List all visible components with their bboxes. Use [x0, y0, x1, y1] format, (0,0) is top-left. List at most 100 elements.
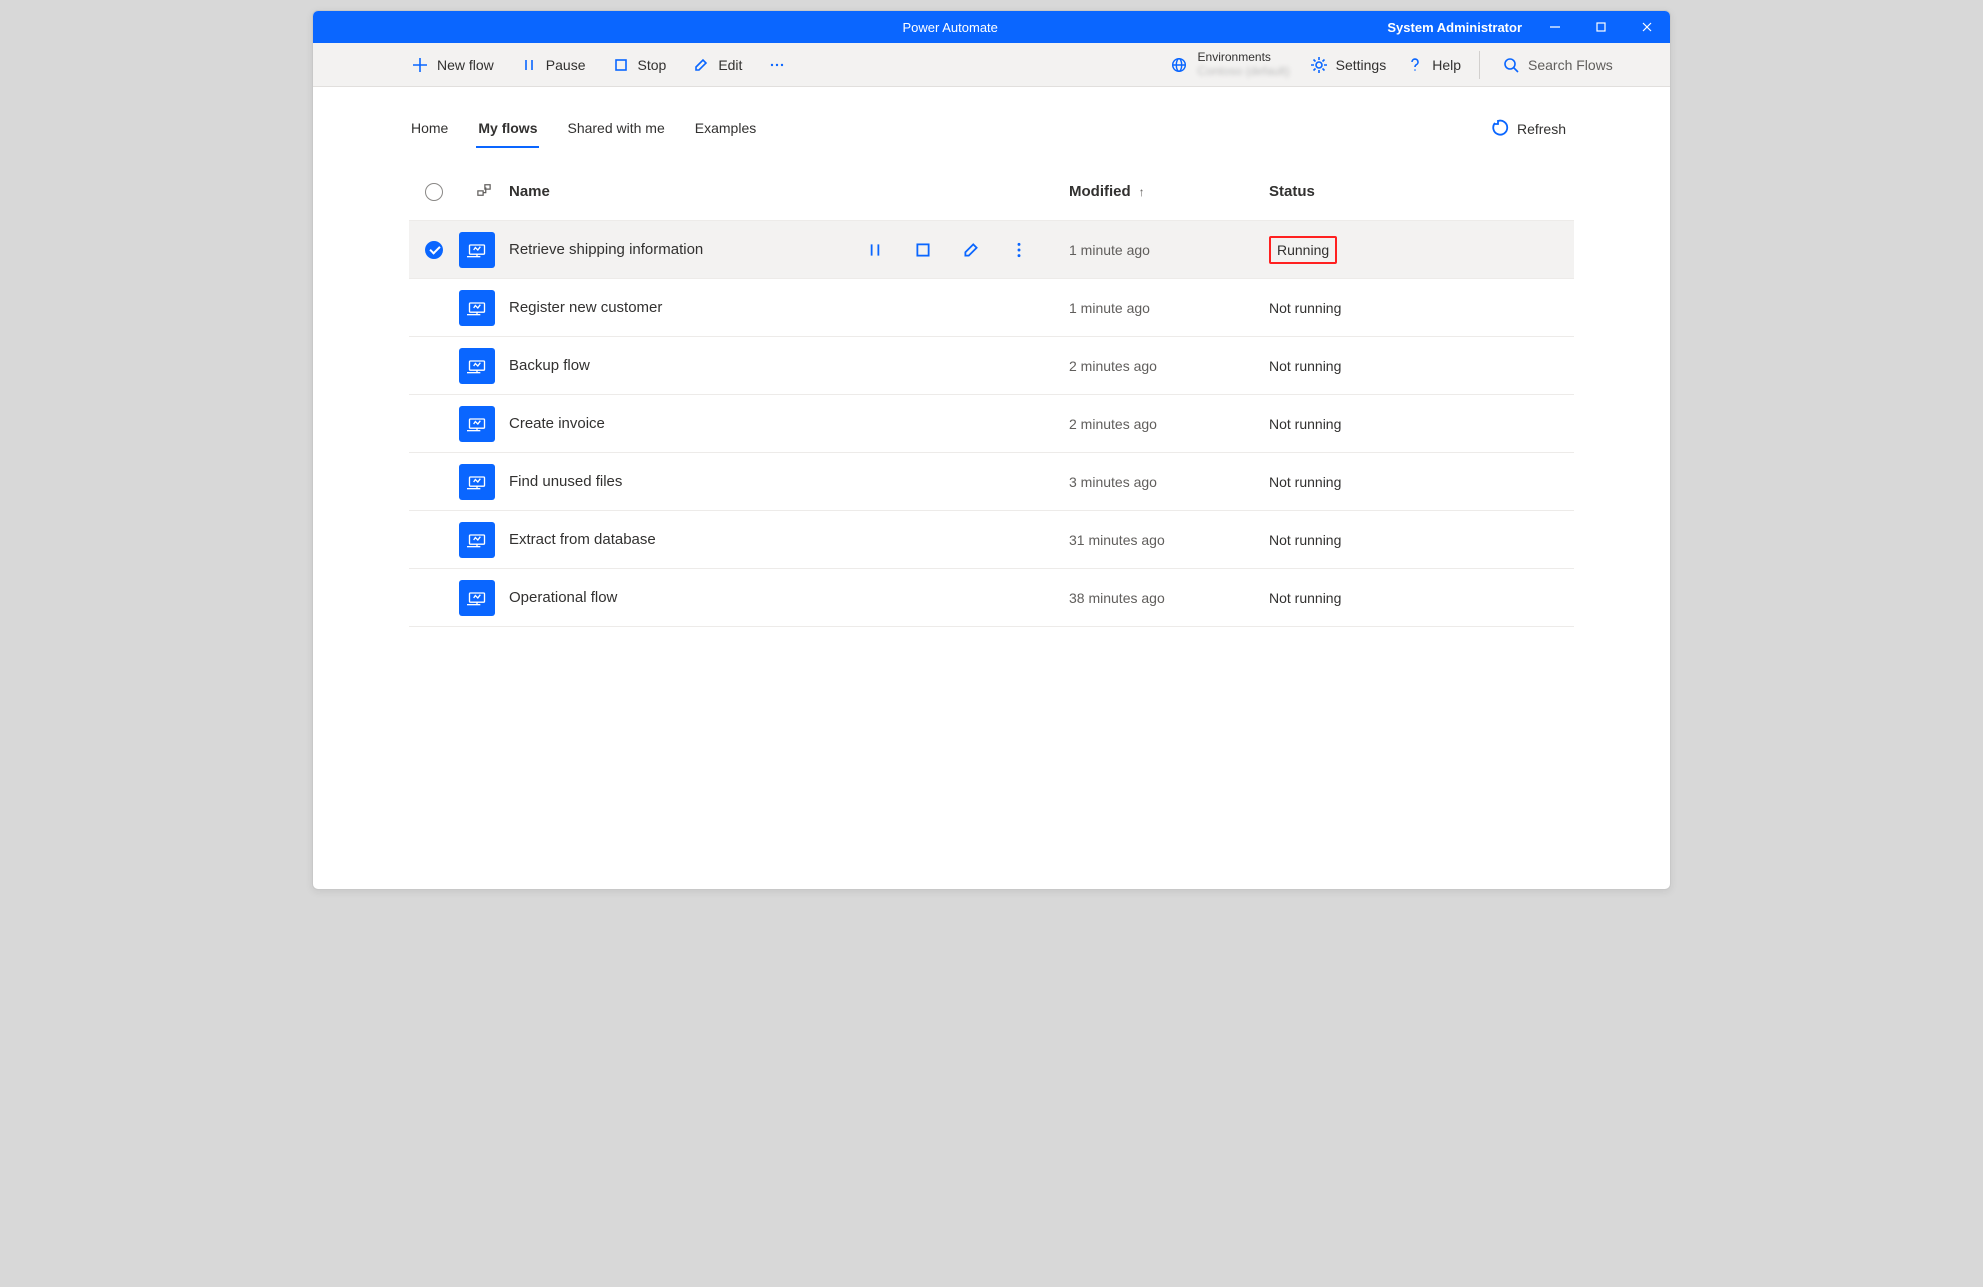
help-button[interactable]: Help: [1396, 50, 1471, 80]
search-box[interactable]: [1488, 56, 1662, 74]
table-row[interactable]: Extract from database 31 minutes ago Not r…: [409, 511, 1574, 569]
flow-name[interactable]: Operational flow: [509, 589, 617, 606]
row-select[interactable]: [409, 241, 459, 259]
flow-name[interactable]: Create invoice: [509, 415, 605, 432]
status-column-header[interactable]: Status: [1269, 183, 1529, 200]
refresh-icon: [1491, 119, 1509, 140]
flows-grid: Name Modified ↑ Status Retrieve shipping…: [409, 163, 1574, 627]
table-row[interactable]: Register new customer 1 minute ago Not run…: [409, 279, 1574, 337]
stop-button[interactable]: Stop: [602, 50, 677, 80]
table-row[interactable]: Operational flow 38 minutes ago Not runnin…: [409, 569, 1574, 627]
modified-time: 31 minutes ago: [1069, 532, 1165, 548]
modified-time: 1 minute ago: [1069, 300, 1150, 316]
status-text: Not running: [1269, 532, 1341, 548]
tab-my-flows[interactable]: My flows: [476, 110, 539, 148]
globe-icon: [1170, 56, 1188, 74]
environment-text: Environments Contoso (default): [1198, 51, 1290, 77]
flow-badge: [459, 406, 509, 442]
flow-name[interactable]: Register new customer: [509, 299, 662, 316]
flow-name[interactable]: Backup flow: [509, 357, 590, 374]
environment-picker[interactable]: Environments Contoso (default): [1160, 51, 1300, 77]
more-icon: [768, 56, 786, 74]
row-edit-button[interactable]: [961, 240, 981, 260]
name-column-header[interactable]: Name: [509, 183, 1069, 200]
row-actions: [865, 240, 1069, 260]
grid-header: Name Modified ↑ Status: [409, 163, 1574, 221]
flow-name-cell[interactable]: Register new customer: [509, 299, 1069, 316]
table-row[interactable]: Find unused files 3 minutes ago Not runnin…: [409, 453, 1574, 511]
flow-name-cell[interactable]: Retrieve shipping information: [509, 240, 1069, 260]
gear-icon: [1310, 56, 1328, 74]
tab-examples[interactable]: Examples: [693, 110, 758, 148]
app-window: Power Automate System Administrator New …: [312, 10, 1671, 890]
edit-label: Edit: [718, 57, 742, 73]
status-text: Not running: [1269, 358, 1341, 374]
pause-button[interactable]: Pause: [510, 50, 596, 80]
flow-name-cell[interactable]: Find unused files: [509, 473, 1069, 490]
plus-icon: [411, 56, 429, 74]
desktop-flow-icon: [459, 290, 495, 326]
edit-button[interactable]: Edit: [682, 50, 752, 80]
pause-label: Pause: [546, 57, 586, 73]
help-icon: [1406, 56, 1424, 74]
status-text: Not running: [1269, 590, 1341, 606]
stop-label: Stop: [638, 57, 667, 73]
flow-badge: [459, 348, 509, 384]
flow-name-cell[interactable]: Create invoice: [509, 415, 1069, 432]
modified-time: 1 minute ago: [1069, 242, 1150, 258]
refresh-button[interactable]: Refresh: [1483, 113, 1574, 146]
refresh-label: Refresh: [1517, 121, 1566, 137]
flow-type-icon: [477, 183, 491, 201]
tab-shared[interactable]: Shared with me: [565, 110, 666, 148]
stop-icon: [612, 56, 630, 74]
search-icon: [1502, 56, 1520, 74]
close-button[interactable]: [1624, 11, 1670, 43]
minimize-button[interactable]: [1532, 11, 1578, 43]
modified-time: 2 minutes ago: [1069, 358, 1157, 374]
new-flow-button[interactable]: New flow: [401, 50, 504, 80]
pause-icon: [520, 56, 538, 74]
flow-name-cell[interactable]: Extract from database: [509, 531, 1069, 548]
status-text: Not running: [1269, 474, 1341, 490]
flow-badge: [459, 232, 509, 268]
status-text: Not running: [1269, 416, 1341, 432]
settings-button[interactable]: Settings: [1300, 50, 1397, 80]
flow-name[interactable]: Retrieve shipping information: [509, 241, 703, 258]
desktop-flow-icon: [459, 232, 495, 268]
search-input[interactable]: [1528, 57, 1648, 73]
modified-time: 3 minutes ago: [1069, 474, 1157, 490]
status-text: Not running: [1269, 300, 1341, 316]
row-pause-button[interactable]: [865, 240, 885, 260]
command-bar: New flow Pause Stop Edit: [313, 43, 1670, 87]
title-bar: Power Automate System Administrator: [313, 11, 1670, 43]
environment-name: Contoso (default): [1198, 65, 1290, 78]
flow-badge: [459, 580, 509, 616]
modified-time: 38 minutes ago: [1069, 590, 1165, 606]
flow-name[interactable]: Extract from database: [509, 531, 656, 548]
flow-badge: [459, 464, 509, 500]
desktop-flow-icon: [459, 406, 495, 442]
table-row[interactable]: Create invoice2 minutes agoNot running: [409, 395, 1574, 453]
divider: [1479, 51, 1480, 79]
select-all[interactable]: [409, 183, 459, 201]
tab-home[interactable]: Home: [409, 110, 450, 148]
row-stop-button[interactable]: [913, 240, 933, 260]
flow-name-cell[interactable]: Operational flow: [509, 589, 1069, 606]
sort-ascending-icon: ↑: [1139, 185, 1145, 199]
more-button[interactable]: [758, 50, 796, 80]
desktop-flow-icon: [459, 348, 495, 384]
modified-column-header[interactable]: Modified ↑: [1069, 183, 1269, 200]
flow-name-cell[interactable]: Backup flow: [509, 357, 1069, 374]
desktop-flow-icon: [459, 580, 495, 616]
desktop-flow-icon: [459, 522, 495, 558]
flow-name[interactable]: Find unused files: [509, 473, 622, 490]
user-name[interactable]: System Administrator: [1387, 20, 1532, 35]
type-column-header[interactable]: [459, 183, 509, 201]
row-more-button[interactable]: [1009, 240, 1029, 260]
app-title: Power Automate: [513, 20, 1387, 35]
edit-icon: [692, 56, 710, 74]
table-row[interactable]: Backup flow 2 minutes ago Not running: [409, 337, 1574, 395]
help-label: Help: [1432, 57, 1461, 73]
table-row[interactable]: Retrieve shipping information 1 minute ag…: [409, 221, 1574, 279]
maximize-button[interactable]: [1578, 11, 1624, 43]
